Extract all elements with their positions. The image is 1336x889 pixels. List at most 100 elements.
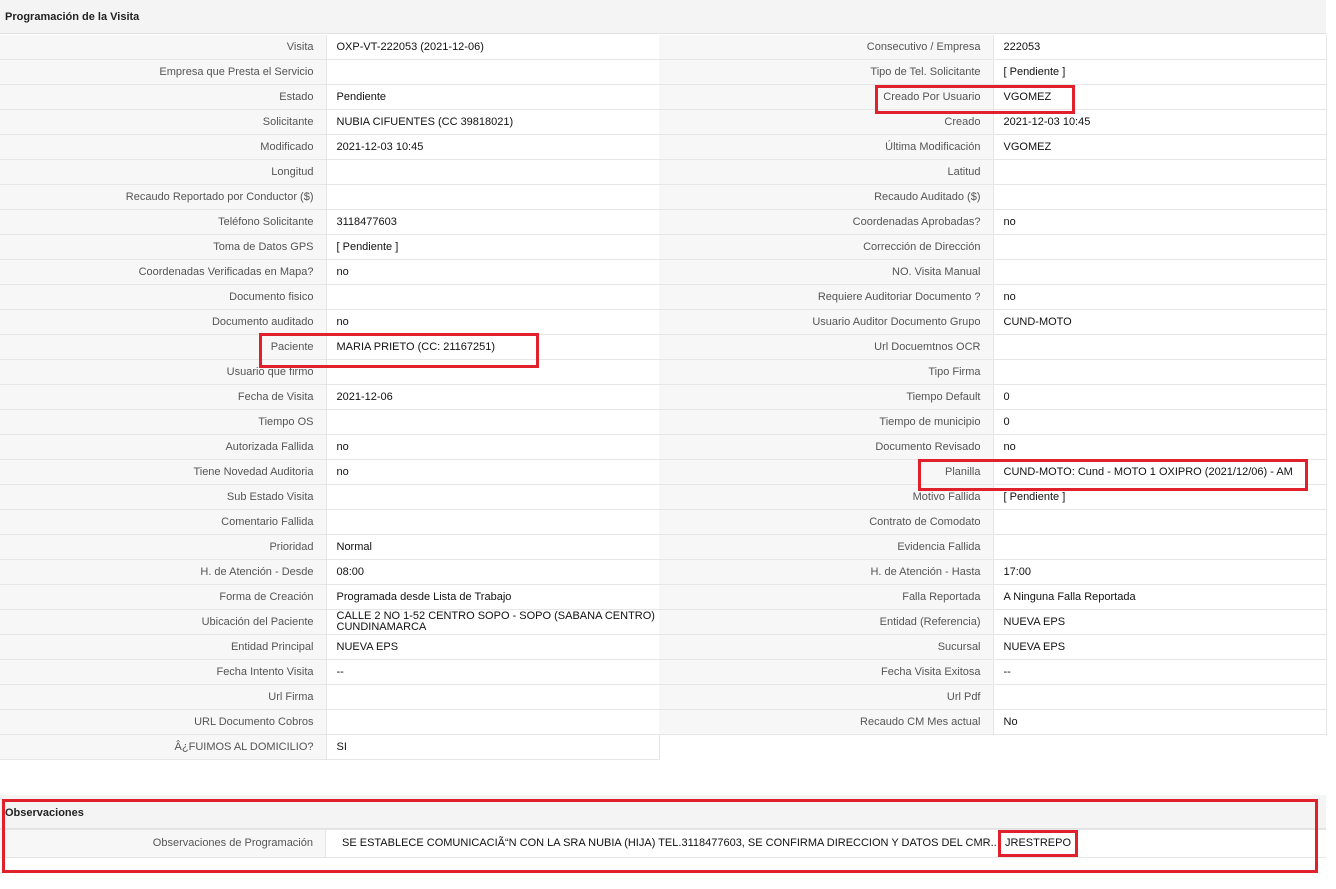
right-field-value: [993, 359, 1327, 385]
right-field-label: Evidencia Fallida: [659, 534, 994, 560]
left-field-label: Longitud: [0, 159, 327, 185]
left-field-value: no: [326, 434, 660, 460]
left-field-value: no: [326, 259, 660, 285]
left-field-value: [326, 484, 660, 510]
left-field-value: [326, 59, 660, 85]
left-field-label: Forma de Creación: [0, 584, 327, 610]
left-field-row: Visita OXP-VT-222053 (2021-12-06): [0, 35, 660, 60]
right-field-value: VGOMEZ: [993, 84, 1327, 110]
right-field-label: Url Docuemtnos OCR: [659, 334, 994, 360]
left-field-value: Programada desde Lista de Trabajo: [326, 584, 660, 610]
left-field-value: CALLE 2 NO 1-52 CENTRO SOPO - SOPO (SABA…: [326, 609, 660, 635]
left-field-row: Prioridad Normal: [0, 534, 660, 560]
right-field-value: 2021-12-03 10:45: [993, 109, 1327, 135]
left-field-row: URL Documento Cobros: [0, 709, 660, 735]
left-field-value: [326, 684, 660, 710]
left-field-value: --: [326, 659, 660, 685]
left-field-row: Empresa que Presta el Servicio: [0, 59, 660, 85]
left-details-table: Visita OXP-VT-222053 (2021-12-06) Empresa …: [0, 35, 660, 760]
right-field-row: Entidad (Referencia) NUEVA EPS: [659, 609, 1327, 635]
left-field-label: Autorizada Fallida: [0, 434, 327, 460]
left-field-value: [326, 409, 660, 435]
right-field-label: Falla Reportada: [659, 584, 994, 610]
left-field-value: 2021-12-06: [326, 384, 660, 410]
left-field-value: Pendiente: [326, 84, 660, 110]
right-field-row: NO. Visita Manual: [659, 259, 1327, 285]
left-field-value: [ Pendiente ]: [326, 234, 660, 260]
left-field-row: Fecha Intento Visita --: [0, 659, 660, 685]
left-field-row: Recaudo Reportado por Conductor ($): [0, 184, 660, 210]
right-field-row: Creado Por Usuario VGOMEZ: [659, 84, 1327, 110]
left-field-row: Comentario Fallida: [0, 509, 660, 535]
right-field-label: Consecutivo / Empresa: [659, 35, 994, 60]
right-field-label: Tipo Firma: [659, 359, 994, 385]
right-field-row: Url Pdf: [659, 684, 1327, 710]
right-field-value: no: [993, 209, 1327, 235]
left-field-value: 2021-12-03 10:45: [326, 134, 660, 160]
right-field-label: Tipo de Tel. Solicitante: [659, 59, 994, 85]
left-field-label: Usuario que firmo: [0, 359, 327, 385]
observaciones-value: SE ESTABLECE COMUNICACIÃ“N CON LA SRA NU…: [342, 837, 997, 849]
left-field-value: [326, 359, 660, 385]
left-field-label: Teléfono Solicitante: [0, 209, 327, 235]
left-field-label: Documento fisico: [0, 284, 327, 310]
right-details-table: Consecutivo / Empresa 222053 Tipo de Tel. …: [659, 35, 1327, 735]
right-field-row: Requiere Auditoriar Documento ? no: [659, 284, 1327, 310]
right-field-row: Falla Reportada A Ninguna Falla Reportada: [659, 584, 1327, 610]
left-field-label: Tiempo OS: [0, 409, 327, 435]
left-field-row: Sub Estado Visita: [0, 484, 660, 510]
left-field-value: no: [326, 309, 660, 335]
right-field-label: Última Modificación: [659, 134, 994, 160]
left-field-value: 3118477603: [326, 209, 660, 235]
right-field-value: [993, 509, 1327, 535]
right-field-value: no: [993, 284, 1327, 310]
right-field-value: VGOMEZ: [993, 134, 1327, 160]
observaciones-user: JRESTREPO: [1005, 837, 1072, 849]
left-field-label: Url Firma: [0, 684, 327, 710]
left-field-label: Estado: [0, 84, 327, 110]
right-field-label: Requiere Auditoriar Documento ?: [659, 284, 994, 310]
right-field-row: Tiempo Default 0: [659, 384, 1327, 410]
right-field-label: Motivo Fallida: [659, 484, 994, 510]
right-field-value: [993, 334, 1327, 360]
right-field-row: Corrección de Dirección: [659, 234, 1327, 260]
left-field-label: Toma de Datos GPS: [0, 234, 327, 260]
right-field-value: CUND-MOTO: [993, 309, 1327, 335]
right-field-value: CUND-MOTO: Cund - MOTO 1 OXIPRO (2021/12…: [993, 459, 1327, 485]
left-field-row: Ubicación del Paciente CALLE 2 NO 1-52 CE…: [0, 609, 660, 635]
left-field-label: Visita: [0, 35, 327, 60]
right-field-value: A Ninguna Falla Reportada: [993, 584, 1327, 610]
left-field-row: Fecha de Visita 2021-12-06: [0, 384, 660, 410]
right-field-row: Documento Revisado no: [659, 434, 1327, 460]
right-field-label: NO. Visita Manual: [659, 259, 994, 285]
left-field-row: Paciente MARIA PRIETO (CC: 21167251): [0, 334, 660, 360]
right-field-label: Url Pdf: [659, 684, 994, 710]
left-field-label: Comentario Fallida: [0, 509, 327, 535]
right-field-label: Fecha Visita Exitosa: [659, 659, 994, 685]
left-field-value: no: [326, 459, 660, 485]
left-field-label: Solicitante: [0, 109, 327, 135]
section-title: Programación de la Visita: [5, 11, 140, 23]
left-field-value: NUBIA CIFUENTES (CC 39818021): [326, 109, 660, 135]
right-field-label: Entidad (Referencia): [659, 609, 994, 635]
right-field-label: Recaudo CM Mes actual: [659, 709, 994, 735]
left-field-label: Ubicación del Paciente: [0, 609, 327, 635]
left-field-value: [326, 184, 660, 210]
left-field-label: Modificado: [0, 134, 327, 160]
right-field-row: Tiempo de municipio 0: [659, 409, 1327, 435]
right-field-row: Última Modificación VGOMEZ: [659, 134, 1327, 160]
left-field-label: Recaudo Reportado por Conductor ($): [0, 184, 327, 210]
left-field-label: Empresa que Presta el Servicio: [0, 59, 327, 85]
left-field-row: Url Firma: [0, 684, 660, 710]
left-field-row: Forma de Creación Programada desde Lista …: [0, 584, 660, 610]
right-field-row: Tipo Firma: [659, 359, 1327, 385]
right-field-row: Planilla CUND-MOTO: Cund - MOTO 1 OXIPRO …: [659, 459, 1327, 485]
observaciones-row: Observaciones de Programación SE ESTABLE…: [0, 829, 1326, 858]
right-field-value: [993, 534, 1327, 560]
left-field-label: URL Documento Cobros: [0, 709, 327, 735]
left-field-row: Autorizada Fallida no: [0, 434, 660, 460]
right-field-row: Evidencia Fallida: [659, 534, 1327, 560]
right-field-label: Tiempo de municipio: [659, 409, 994, 435]
right-field-label: Documento Revisado: [659, 434, 994, 460]
left-field-label: Fecha Intento Visita: [0, 659, 327, 685]
